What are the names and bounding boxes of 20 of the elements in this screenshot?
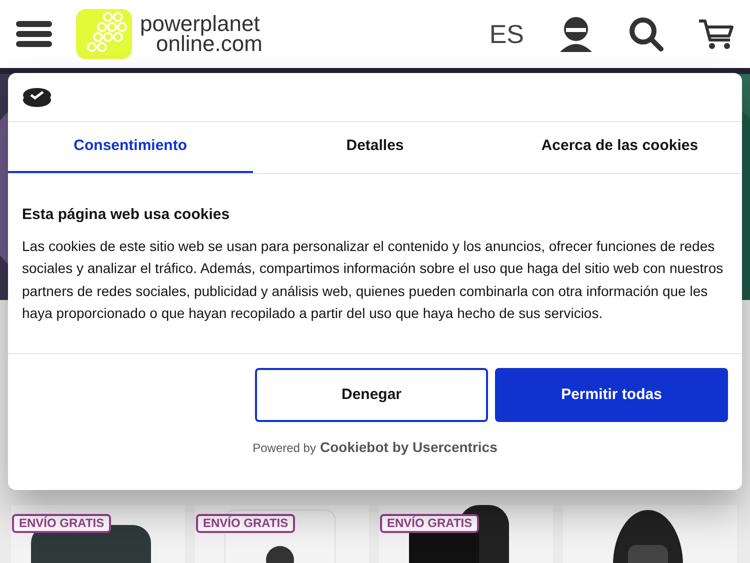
tab[interactable]: Acerca de las cookies — [497, 122, 742, 173]
shipping-tag: ENVÍO GRATIS — [12, 514, 112, 533]
menu-icon[interactable] — [16, 19, 52, 49]
dialog-heading: Esta página web usa cookies — [22, 205, 231, 225]
shipping-tag: ENVÍO GRATIS — [196, 514, 296, 533]
logo-text: online.com — [156, 34, 262, 54]
cookie-description: Las cookies de este sitio web se usan para personalizar el contenido y los anuncios, ofrecer funciones de redes sociales y analizar el tráfico. Además, compartimos información sobre el uso que haga del sitio web con nuestros partners de redes sociales, publicidad y análisis web, quienes pueden combinarla con otra información que les haya proporcionado o que hayan recopilado a partir del uso que haya hecho de sus servicios. — [22, 236, 724, 324]
user-icon[interactable] — [558, 16, 594, 52]
cookie-check-icon — [22, 86, 52, 108]
search-icon[interactable] — [628, 16, 664, 52]
shipping-tag: ENVÍO GRATIS — [380, 514, 480, 533]
allow-all-button[interactable]: Permitir todas — [495, 368, 728, 422]
cart-icon[interactable] — [698, 18, 734, 50]
language-selector[interactable]: ES — [489, 14, 524, 54]
cookiebot-link[interactable]: Cookiebot by Usercentrics — [320, 436, 498, 458]
tab[interactable]: Detalles — [252, 122, 498, 173]
logo-text: powerplanet — [140, 14, 260, 34]
deny-button[interactable]: Denegar — [255, 368, 488, 422]
tab[interactable]: Consentimiento — [8, 122, 253, 173]
powered-by-text: Powered by — [252, 440, 316, 457]
